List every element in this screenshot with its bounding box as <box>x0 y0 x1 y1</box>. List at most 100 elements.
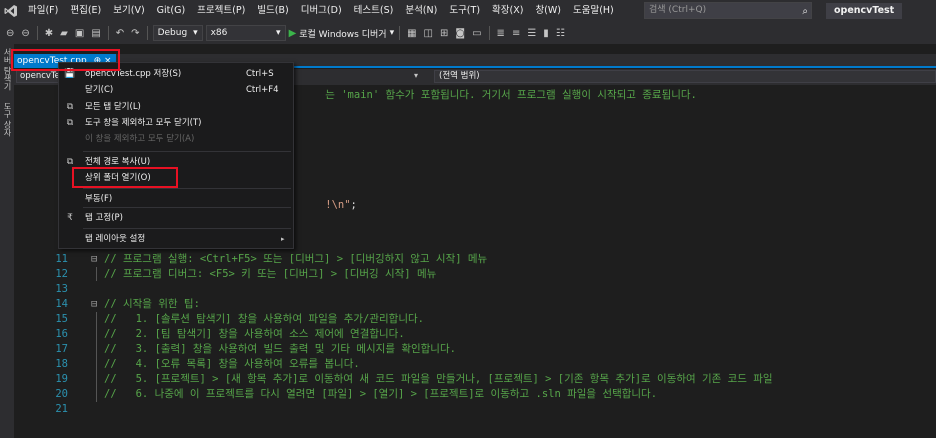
menu-edit[interactable]: 편집(E) <box>64 0 107 22</box>
fold-toggle-icon[interactable]: ⊟ <box>91 252 97 267</box>
search-icon[interactable]: ⌕ <box>802 4 808 19</box>
toolbar-separator <box>146 26 148 40</box>
tool-icon[interactable]: ☰ <box>525 28 538 39</box>
search-input[interactable]: 검색 (Ctrl+Q) ⌕ <box>644 2 812 19</box>
tool-icon[interactable]: ▭ <box>470 28 483 39</box>
code-text: // 6. 나중에 이 프로젝트를 다시 열려면 [파일] > [열기] > [… <box>104 387 657 402</box>
comment-token: // 6. 나중에 이 프로젝트를 다시 열려면 [파일] > [열기] > [… <box>104 388 658 400</box>
toolbox-tab[interactable]: 도구 상자 <box>2 102 13 137</box>
line-number: 18 <box>55 358 68 370</box>
line-number: 13 <box>55 283 68 295</box>
code-text: // 2. [팀 탐색기] 창을 사용하여 소스 제어에 연결합니다. <box>104 327 405 342</box>
play-icon: ▶ <box>288 27 297 39</box>
code-line[interactable]: 19 // 5. [프로젝트] > [새 항목 추가]로 이동하여 새 코드 파일… <box>14 372 936 387</box>
menu-item-shortcut: Ctrl+F4 <box>246 85 279 95</box>
chevron-down-icon: ▾ <box>276 28 281 38</box>
code-text: // 시작을 위한 팁: <box>104 297 200 312</box>
submenu-arrow-icon: ▸ <box>281 235 285 243</box>
code-token: ; <box>350 199 357 211</box>
menu-item-shortcut: Ctrl+S <box>246 69 274 79</box>
code-line[interactable]: 12 // 프로그램 디버그: <F5> 키 또는 [디버그] > [디버깅 시작… <box>14 267 936 282</box>
code-text: // 프로그램 실행: <Ctrl+F5> 또는 [디버그] > [디버깅하지 … <box>104 252 487 267</box>
platform-select[interactable]: x86 ▾ <box>205 25 286 41</box>
chevron-down-icon[interactable]: ▾ <box>414 70 430 83</box>
menu-build[interactable]: 빌드(B) <box>251 0 294 22</box>
menu-item-float[interactable]: 부동(F) <box>59 191 293 207</box>
menu-item-tab-layout[interactable]: 탭 레이아웃 설정 ▸ <box>59 231 293 247</box>
highlight-box-open-folder <box>72 167 178 188</box>
menu-item-pin-tab[interactable]: ₹ 탭 고정(P) <box>59 210 293 226</box>
menu-project[interactable]: 프로젝트(P) <box>191 0 251 22</box>
menu-file[interactable]: 파일(F) <box>22 0 64 22</box>
menu-debug[interactable]: 디버그(D) <box>295 0 348 22</box>
toolbar-separator <box>107 26 109 40</box>
new-project-icon[interactable]: ✱ <box>43 28 55 39</box>
menu-git[interactable]: Git(G) <box>151 0 192 22</box>
save-icon[interactable]: ▣ <box>73 28 86 39</box>
redo-icon[interactable]: ↷ <box>129 28 141 39</box>
menu-view[interactable]: 보기(V) <box>107 0 150 22</box>
tool-icon[interactable]: ⊞ <box>438 28 450 39</box>
menu-item-close[interactable]: 닫기(C) Ctrl+F4 <box>59 82 293 98</box>
menu-item-label: 탭 레이아웃 설정 <box>85 234 146 244</box>
tool-icon[interactable]: ▦ <box>405 28 418 39</box>
menu-test[interactable]: 테스트(S) <box>348 0 400 22</box>
code-line[interactable]: 13 <box>14 282 936 297</box>
menu-item-label: 탭 고정(P) <box>85 213 123 223</box>
visual-studio-logo-icon <box>0 0 22 22</box>
line-number: 15 <box>55 313 68 325</box>
code-text: // 3. [출력] 창을 사용하여 빌드 출력 및 기타 메시지를 확인합니다… <box>104 342 456 357</box>
config-select[interactable]: Debug ▾ <box>152 25 203 41</box>
menu-item-close-all-but-tool-windows[interactable]: ⧉ 도구 창을 제외하고 모두 닫기(T) <box>59 115 293 131</box>
tool-icon[interactable]: ◫ <box>422 28 435 39</box>
chevron-down-icon: ▾ <box>193 28 198 38</box>
menu-item-label: 부동(F) <box>85 194 113 204</box>
line-number: 14 <box>55 298 68 310</box>
code-line[interactable]: 17 // 3. [출력] 창을 사용하여 빌드 출력 및 기타 메시지를 확인합… <box>14 342 936 357</box>
menu-separator <box>83 188 291 189</box>
forward-icon[interactable]: ⊖ <box>19 28 31 39</box>
menu-window[interactable]: 창(W) <box>529 0 567 22</box>
fold-toggle-icon[interactable]: ⊟ <box>91 297 97 312</box>
search-placeholder: 검색 (Ctrl+Q) <box>649 5 707 15</box>
menu-separator <box>83 151 291 152</box>
comment-token: // 1. [솔루션 탐색기] 창을 사용하여 파일을 추가/관리합니다. <box>104 313 424 325</box>
code-text: // 4. [오류 목록] 창을 사용하여 오류를 봅니다. <box>104 357 360 372</box>
tool-icon[interactable]: ☷ <box>554 28 567 39</box>
menu-item-label: 이 창을 제외하고 모두 닫기(A) <box>85 134 195 144</box>
code-line[interactable]: 14 ⊟ // 시작을 위한 팁: <box>14 297 936 312</box>
bookmark-icon[interactable]: ▮ <box>541 28 551 39</box>
start-debugger-button[interactable]: ▶ 로컬 Windows 디버거 ▾ <box>289 27 395 40</box>
solution-name: opencvTest <box>826 3 903 19</box>
code-line[interactable]: 20 // 6. 나중에 이 프로젝트를 다시 열려면 [파일] > [열기] >… <box>14 387 936 402</box>
code-line[interactable]: 18 // 4. [오류 목록] 창을 사용하여 오류를 봅니다. <box>14 357 936 372</box>
scope-select[interactable]: (전역 범위) <box>434 70 936 83</box>
code-line[interactable]: 11 ⊟ // 프로그램 실행: <Ctrl+F5> 또는 [디버그] > [디버깅… <box>14 252 936 267</box>
tool-icon[interactable]: ◙ <box>453 28 467 39</box>
tool-icon[interactable]: ≣ <box>495 28 507 39</box>
menu-item-close-all-tabs[interactable]: ⧉ 모든 탭 닫기(L) <box>59 99 293 115</box>
save-all-icon[interactable]: ▤ <box>89 28 102 39</box>
menu-tools[interactable]: 도구(T) <box>443 0 486 22</box>
comment-token: // 프로그램 디버그: <F5> 키 또는 [디버그] > [디버깅 시작] … <box>104 268 437 280</box>
menu-item-close-all-but-this: 이 창을 제외하고 모두 닫기(A) <box>59 131 293 147</box>
menu-help[interactable]: 도움말(H) <box>567 0 620 22</box>
menu-analyze[interactable]: 분석(N) <box>399 0 443 22</box>
comment-token: // 4. [오류 목록] 창을 사용하여 오류를 봅니다. <box>104 358 360 370</box>
menu-extensions[interactable]: 확장(X) <box>486 0 529 22</box>
code-line[interactable]: 16 // 2. [팀 탐색기] 창을 사용하여 소스 제어에 연결합니다. <box>14 327 936 342</box>
open-file-icon[interactable]: ▰ <box>58 28 70 39</box>
back-icon[interactable]: ⊖ <box>4 28 16 39</box>
comment-token: // 3. [출력] 창을 사용하여 빌드 출력 및 기타 메시지를 확인합니다… <box>104 343 456 355</box>
menu-bar: 파일(F) 편집(E) 보기(V) Git(G) 프로젝트(P) 빌드(B) 디… <box>0 0 936 22</box>
code-line[interactable]: 21 <box>14 402 936 417</box>
comment-token: // 5. [프로젝트] > [새 항목 추가]로 이동하여 새 코드 파일을 … <box>104 373 773 385</box>
chevron-down-icon: ▾ <box>389 28 395 38</box>
toolbar-separator <box>36 26 38 40</box>
config-value: Debug <box>157 28 188 38</box>
code-line[interactable]: 15 // 1. [솔루션 탐색기] 창을 사용하여 파일을 추가/관리합니다. <box>14 312 936 327</box>
undo-icon[interactable]: ↶ <box>114 28 126 39</box>
line-number: 16 <box>55 328 68 340</box>
tool-icon[interactable]: ≡ <box>510 28 522 39</box>
menu-item-label: 도구 창을 제외하고 모두 닫기(T) <box>85 118 202 128</box>
